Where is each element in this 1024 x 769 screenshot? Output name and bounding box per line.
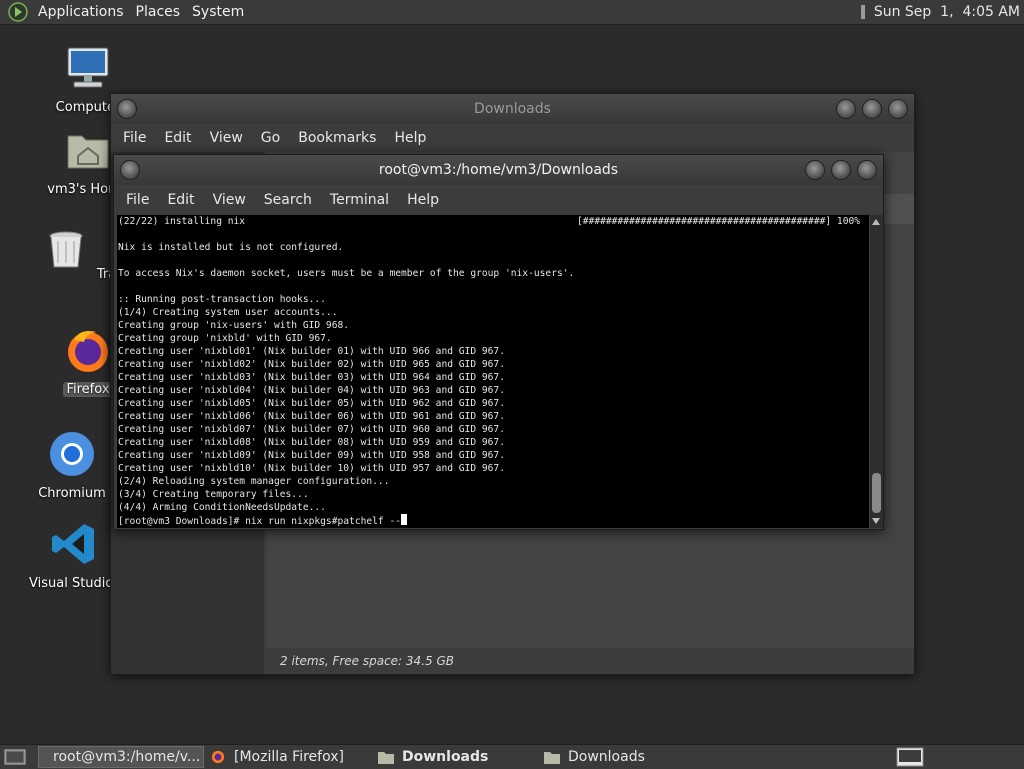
menu-help[interactable]: Help bbox=[388, 130, 438, 146]
desktop-icon-label: Firefox bbox=[63, 382, 113, 397]
workspace-switcher-icon[interactable] bbox=[896, 747, 924, 767]
maximize-button[interactable] bbox=[831, 160, 851, 180]
folder-icon bbox=[378, 752, 394, 764]
terminal-line: (1/4) Creating system user accounts... bbox=[118, 307, 338, 318]
home-folder-icon bbox=[67, 135, 109, 169]
menu-view[interactable]: View bbox=[207, 192, 258, 208]
terminal-line: Creating group 'nix-users' with GID 968. bbox=[118, 320, 350, 331]
terminal-line: (4/4) Arming ConditionNeedsUpdate... bbox=[118, 502, 326, 513]
terminal-line: Creating user 'nixbld09' (Nix builder 09… bbox=[118, 450, 505, 461]
desktop-icon-vscode[interactable]: Visual Studio Code bbox=[26, 520, 122, 591]
file-manager-title: Downloads bbox=[474, 101, 551, 117]
window-menu-button[interactable] bbox=[120, 160, 140, 180]
terminal-window[interactable]: root@vm3:/home/vm3/Downloads File Edit V… bbox=[113, 154, 884, 530]
menu-view[interactable]: View bbox=[204, 130, 255, 146]
taskbar-item-label: [Mozilla Firefox] bbox=[234, 749, 344, 765]
terminal-line: (3/4) Creating temporary files... bbox=[118, 489, 309, 500]
folder-icon bbox=[544, 752, 560, 764]
taskbar-item-downloads-1[interactable]: Downloads bbox=[372, 746, 538, 768]
applications-menu[interactable]: Applications bbox=[34, 4, 132, 20]
terminal-prompt: [root@vm3 Downloads]# nix run nixpkgs#pa… bbox=[118, 516, 402, 527]
system-menu[interactable]: System bbox=[188, 4, 252, 20]
terminal-line: :: Running post-transaction hooks... bbox=[118, 294, 326, 305]
scroll-up-arrow-icon[interactable] bbox=[872, 219, 880, 225]
desktop-icon-label: Visual Studio Code bbox=[29, 576, 122, 591]
terminal-scrollbar[interactable] bbox=[870, 215, 883, 528]
taskbar: root@vm3:/home/v... [Mozilla Firefox] Do… bbox=[0, 744, 1024, 769]
clock[interactable]: Sun Sep 1, 4:05 AM bbox=[874, 4, 1020, 20]
terminal-line: Creating user 'nixbld04' (Nix builder 04… bbox=[118, 385, 505, 396]
maximize-button[interactable] bbox=[862, 99, 882, 119]
status-bar: 2 items, Free space: 34.5 GB bbox=[266, 648, 914, 674]
taskbar-item-downloads-2[interactable]: Downloads bbox=[538, 746, 704, 768]
computer-icon bbox=[67, 47, 109, 88]
top-panel: Applications Places System Sun Sep 1, 4:… bbox=[0, 0, 1024, 25]
text-cursor bbox=[401, 514, 408, 525]
terminal-line: Creating user 'nixbld10' (Nix builder 10… bbox=[118, 463, 505, 474]
terminal-title: root@vm3:/home/vm3/Downloads bbox=[378, 162, 619, 178]
vscode-icon bbox=[52, 524, 94, 564]
menu-file[interactable]: File bbox=[120, 192, 161, 208]
taskbar-item-firefox[interactable]: [Mozilla Firefox] bbox=[204, 746, 372, 768]
progress-bar-text: [#######################################… bbox=[577, 216, 861, 227]
terminal-line: To access Nix's daemon socket, users mus… bbox=[118, 268, 575, 279]
terminal-line: Creating user 'nixbld03' (Nix builder 03… bbox=[118, 372, 505, 383]
terminal-line: Creating user 'nixbld06' (Nix builder 06… bbox=[118, 411, 505, 422]
menu-help[interactable]: Help bbox=[401, 192, 451, 208]
terminal-line: Creating user 'nixbld05' (Nix builder 05… bbox=[118, 398, 505, 409]
taskbar-item-label: Downloads bbox=[568, 749, 645, 765]
close-button[interactable] bbox=[857, 160, 877, 180]
places-menu[interactable]: Places bbox=[132, 4, 189, 20]
terminal-line: Creating group 'nixbld' with GID 967. bbox=[118, 333, 332, 344]
file-manager-menubar: File Edit View Go Bookmarks Help bbox=[111, 124, 914, 152]
desktop-icon-label: Chromium bbox=[38, 486, 106, 501]
terminal-menubar: File Edit View Search Terminal Help bbox=[114, 185, 883, 215]
terminal-prompt-line[interactable]: [root@vm3 Downloads]# nix run nixpkgs#pa… bbox=[118, 514, 869, 527]
menu-file[interactable]: File bbox=[117, 130, 158, 146]
minimize-button[interactable] bbox=[836, 99, 856, 119]
terminal-titlebar[interactable]: root@vm3:/home/vm3/Downloads bbox=[114, 155, 883, 185]
panel-separator-icon bbox=[860, 5, 865, 19]
menu-edit[interactable]: Edit bbox=[158, 130, 203, 146]
menu-bookmarks[interactable]: Bookmarks bbox=[292, 130, 388, 146]
menu-search[interactable]: Search bbox=[258, 192, 324, 208]
close-button[interactable] bbox=[888, 99, 908, 119]
terminal-line: Creating user 'nixbld01' (Nix builder 01… bbox=[118, 346, 505, 357]
firefox-icon bbox=[211, 750, 225, 764]
show-desktop-icon[interactable] bbox=[4, 748, 26, 766]
terminal-line: (2/4) Reloading system manager configura… bbox=[118, 476, 390, 487]
minimize-button[interactable] bbox=[805, 160, 825, 180]
trash-icon bbox=[49, 231, 83, 268]
terminal-line: Creating user 'nixbld07' (Nix builder 07… bbox=[118, 424, 505, 435]
scroll-down-arrow-icon[interactable] bbox=[872, 518, 880, 524]
menu-terminal[interactable]: Terminal bbox=[324, 192, 401, 208]
terminal-line: Creating user 'nixbld08' (Nix builder 08… bbox=[118, 437, 505, 448]
desktop-icon-chromium[interactable]: Chromium bbox=[24, 430, 120, 501]
taskbar-item-terminal[interactable]: root@vm3:/home/v... bbox=[38, 746, 204, 768]
terminal-line: Creating user 'nixbld02' (Nix builder 02… bbox=[118, 359, 505, 370]
file-manager-titlebar[interactable]: Downloads bbox=[111, 94, 914, 124]
mate-logo-icon[interactable] bbox=[8, 2, 28, 22]
menu-go[interactable]: Go bbox=[255, 130, 292, 146]
terminal-line: Nix is installed but is not configured. bbox=[118, 242, 344, 253]
scrollbar-thumb[interactable] bbox=[872, 473, 881, 513]
chromium-icon bbox=[50, 432, 94, 476]
menu-edit[interactable]: Edit bbox=[161, 192, 206, 208]
firefox-icon bbox=[68, 331, 108, 372]
terminal-output[interactable]: (22/22) installing nix [################… bbox=[117, 215, 869, 528]
taskbar-item-label: root@vm3:/home/v... bbox=[53, 749, 201, 765]
window-menu-button[interactable] bbox=[117, 99, 137, 119]
taskbar-item-label: Downloads bbox=[402, 749, 489, 765]
